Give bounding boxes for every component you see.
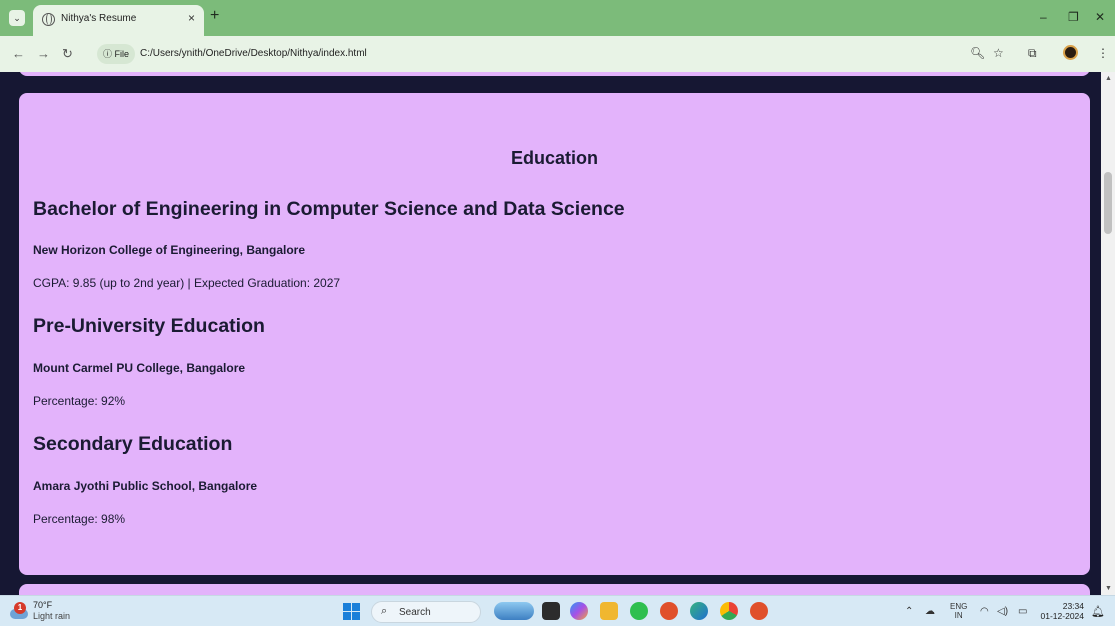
institution-name: Amara Jyothi Public School, Bangalore: [33, 479, 258, 493]
task-view-icon[interactable]: [542, 602, 560, 620]
windows-taskbar: 1 70°F Light rain ⌕ Search ⌃ ☁ ENG IN ◠ …: [0, 595, 1115, 626]
reload-icon[interactable]: ↻: [62, 46, 73, 62]
tab-search-icon[interactable]: ⌄: [9, 10, 25, 26]
clock-date: 01-12-2024: [1040, 611, 1084, 621]
brave-alt-icon[interactable]: [750, 602, 768, 620]
weather-widget[interactable]: 1: [8, 602, 30, 620]
education-detail: CGPA: 9.85 (up to 2nd year) | Expected G…: [33, 276, 341, 290]
copilot-icon[interactable]: [570, 602, 588, 620]
landscape-widget-icon[interactable]: [494, 602, 534, 620]
institution-name: Mount Carmel PU College, Bangalore: [33, 361, 246, 375]
url-text[interactable]: C:/Users/ynith/OneDrive/Desktop/Nithya/i…: [140, 48, 367, 59]
education-detail: Percentage: 98%: [33, 512, 126, 526]
degree-title: Bachelor of Engineering in Computer Scie…: [33, 198, 625, 220]
weather-temperature: 70°F: [33, 600, 53, 610]
tab-title: Nithya's Resume: [61, 13, 137, 24]
search-icon: ⌕: [381, 605, 388, 617]
region-code: IN: [954, 611, 963, 620]
back-arrow-icon[interactable]: ←: [12, 46, 25, 61]
institution-name: New Horizon College of Engineering, Bang…: [33, 243, 306, 257]
weather-alert-badge: 1: [14, 602, 26, 614]
profile-avatar[interactable]: [1063, 45, 1078, 60]
chrome-icon[interactable]: [720, 602, 738, 620]
taskbar-search[interactable]: ⌕ Search: [371, 601, 481, 623]
windows-logo-icon: [343, 603, 351, 611]
scroll-thumb[interactable]: [1104, 172, 1112, 234]
notification-bell-icon[interactable]: 🔔︎: [1091, 605, 1105, 618]
scroll-up-icon[interactable]: ▲: [1105, 75, 1112, 82]
chevron-up-icon[interactable]: ⌃: [905, 606, 913, 617]
tab-close-icon[interactable]: ×: [188, 11, 195, 25]
page-scrollbar[interactable]: ▲ ▼: [1101, 72, 1115, 595]
battery-icon[interactable]: ▭: [1018, 606, 1027, 617]
system-clock[interactable]: 23:34 01-12-2024: [1040, 601, 1084, 621]
page-viewport: Education Bachelor of Engineering in Com…: [0, 72, 1101, 595]
education-section: Education Bachelor of Engineering in Com…: [19, 93, 1090, 575]
weather-condition: Light rain: [33, 611, 71, 621]
wifi-icon[interactable]: ◠: [980, 606, 989, 617]
input-language[interactable]: ENG IN: [950, 602, 967, 620]
search-label: Search: [399, 607, 431, 618]
whatsapp-icon[interactable]: [630, 602, 648, 620]
degree-title: Pre-University Education: [33, 315, 265, 337]
tab-strip: ⌄ Nithya's Resume × + – ❐ ✕: [0, 0, 1115, 36]
restore-button[interactable]: ❐: [1068, 10, 1079, 24]
minimize-button[interactable]: –: [1040, 10, 1047, 24]
edge-icon[interactable]: [690, 602, 708, 620]
scroll-down-icon[interactable]: ▼: [1105, 585, 1112, 592]
section-heading: Education: [510, 148, 598, 168]
degree-title: Secondary Education: [33, 433, 233, 455]
volume-icon[interactable]: ◁): [997, 606, 1008, 617]
file-explorer-icon[interactable]: [600, 602, 618, 620]
clock-time: 23:34: [1062, 601, 1084, 611]
extensions-icon[interactable]: ⧉: [1028, 46, 1037, 61]
globe-icon: [42, 13, 55, 26]
lang-code: ENG: [950, 602, 968, 611]
bookmark-star-icon[interactable]: ☆: [993, 46, 1004, 60]
forward-arrow-icon[interactable]: →: [37, 46, 50, 61]
onedrive-icon[interactable]: ☁: [925, 606, 935, 617]
start-button[interactable]: [343, 603, 360, 620]
menu-dots-icon[interactable]: ⋮: [1097, 46, 1109, 60]
tab-active[interactable]: Nithya's Resume ×: [33, 5, 204, 36]
new-tab-button[interactable]: +: [210, 7, 219, 25]
site-info-chip[interactable]: ⓘ File: [97, 44, 136, 64]
zoom-icon[interactable]: 🔍︎: [970, 46, 985, 60]
education-detail: Percentage: 92%: [33, 394, 126, 408]
brave-icon[interactable]: [660, 602, 678, 620]
next-section-card: [19, 584, 1090, 595]
previous-section-card: [19, 72, 1090, 76]
close-window-button[interactable]: ✕: [1095, 10, 1105, 24]
